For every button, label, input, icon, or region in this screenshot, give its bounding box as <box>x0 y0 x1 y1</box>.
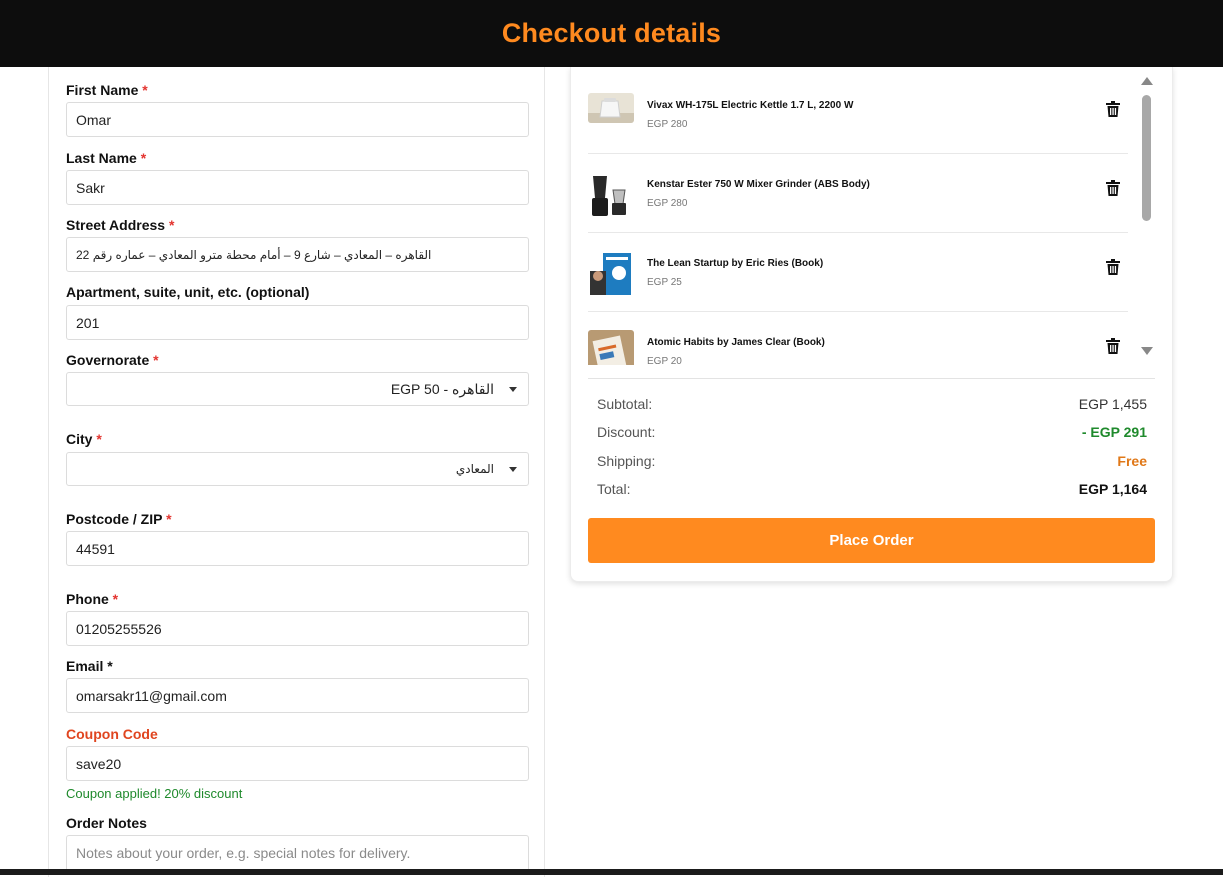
subtotal-row: Subtotal: EGP 1,455 <box>597 396 1147 412</box>
trash-icon[interactable] <box>1106 101 1120 117</box>
cart-item-name: Vivax WH-175L Electric Kettle 1.7 L, 220… <box>647 100 854 111</box>
cart-item-name: The Lean Startup by Eric Ries (Book) <box>647 258 824 269</box>
street-address-label: Street Address * <box>66 217 175 233</box>
total-row: Total: EGP 1,164 <box>597 481 1147 497</box>
discount-label: Discount: <box>597 424 656 440</box>
order-summary: Vivax WH-175L Electric Kettle 1.7 L, 220… <box>570 67 1173 582</box>
first-name-input[interactable]: Omar <box>66 102 529 137</box>
discount-value: - EGP 291 <box>1081 424 1147 440</box>
chevron-down-icon <box>509 467 517 472</box>
cart-item-price: EGP 20 <box>647 356 682 365</box>
trash-icon[interactable] <box>1106 338 1120 354</box>
shipping-row: Shipping: Free <box>597 453 1147 469</box>
kettle-thumbnail <box>588 93 634 123</box>
bottom-bar <box>0 869 1223 875</box>
divider <box>588 378 1155 379</box>
cart-item: Atomic Habits by James Clear (Book) EGP … <box>588 312 1128 365</box>
apartment-input[interactable]: 201 <box>66 305 529 340</box>
scroll-down-icon[interactable] <box>1141 347 1153 355</box>
coupon-label: Coupon Code <box>66 726 158 742</box>
postcode-input[interactable]: 44591 <box>66 531 529 566</box>
postcode-label: Postcode / ZIP * <box>66 511 172 527</box>
phone-label: Phone * <box>66 591 119 607</box>
trash-icon[interactable] <box>1106 180 1120 196</box>
cart-item-name: Atomic Habits by James Clear (Book) <box>647 337 825 348</box>
shipping-label: Shipping: <box>597 453 656 469</box>
subtotal-label: Subtotal: <box>597 396 653 412</box>
chevron-down-icon <box>509 387 517 392</box>
scroll-up-icon[interactable] <box>1141 77 1153 85</box>
cart-item-price: EGP 280 <box>647 198 688 209</box>
cart-item: Kenstar Ester 750 W Mixer Grinder (ABS B… <box>588 154 1128 233</box>
mixer-thumbnail <box>588 172 634 218</box>
coupon-success-message: Coupon applied! 20% discount <box>66 786 243 801</box>
trash-icon[interactable] <box>1106 259 1120 275</box>
cart-item: Vivax WH-175L Electric Kettle 1.7 L, 220… <box>588 75 1128 154</box>
subtotal-value: EGP 1,455 <box>1078 396 1147 412</box>
page-title: Checkout details <box>501 18 722 48</box>
coupon-input[interactable]: save20 <box>66 746 529 781</box>
email-label: Email * <box>66 658 113 674</box>
cart-item-price: EGP 280 <box>647 119 688 130</box>
cart-item-name: Kenstar Ester 750 W Mixer Grinder (ABS B… <box>647 179 870 190</box>
cart-item-price: EGP 25 <box>647 277 682 288</box>
page-header: Checkout details <box>0 0 1223 67</box>
total-value: EGP 1,164 <box>1078 481 1147 497</box>
scrollbar-thumb[interactable] <box>1142 95 1151 221</box>
cart-item-list[interactable]: Vivax WH-175L Electric Kettle 1.7 L, 220… <box>588 75 1128 365</box>
shipping-value: Free <box>1117 453 1147 469</box>
phone-input[interactable]: 01205255526 <box>66 611 529 646</box>
governorate-label: Governorate * <box>66 352 159 368</box>
first-name-label: First Name * <box>66 82 148 98</box>
email-input[interactable]: omarsakr11@gmail.com <box>66 678 529 713</box>
apartment-label: Apartment, suite, unit, etc. (optional) <box>66 284 310 300</box>
governorate-select[interactable]: القاهره - EGP 50 <box>66 372 529 406</box>
cart-scrollbar[interactable] <box>1140 75 1154 357</box>
street-address-input[interactable]: القاهره – المعادي – شارع 9 – أمام محطة م… <box>66 237 529 272</box>
book-thumbnail <box>588 251 634 297</box>
city-label: City * <box>66 431 102 447</box>
book-thumbnail <box>588 330 634 365</box>
place-order-button[interactable]: Place Order <box>588 518 1155 563</box>
cart-item: The Lean Startup by Eric Ries (Book) EGP… <box>588 233 1128 312</box>
order-notes-label: Order Notes <box>66 815 147 831</box>
last-name-label: Last Name * <box>66 150 147 166</box>
total-label: Total: <box>597 481 631 497</box>
discount-row: Discount: - EGP 291 <box>597 424 1147 440</box>
city-select[interactable]: المعادي <box>66 452 529 486</box>
billing-form: First Name * Omar Last Name * Sakr Stree… <box>48 67 545 877</box>
last-name-input[interactable]: Sakr <box>66 170 529 205</box>
